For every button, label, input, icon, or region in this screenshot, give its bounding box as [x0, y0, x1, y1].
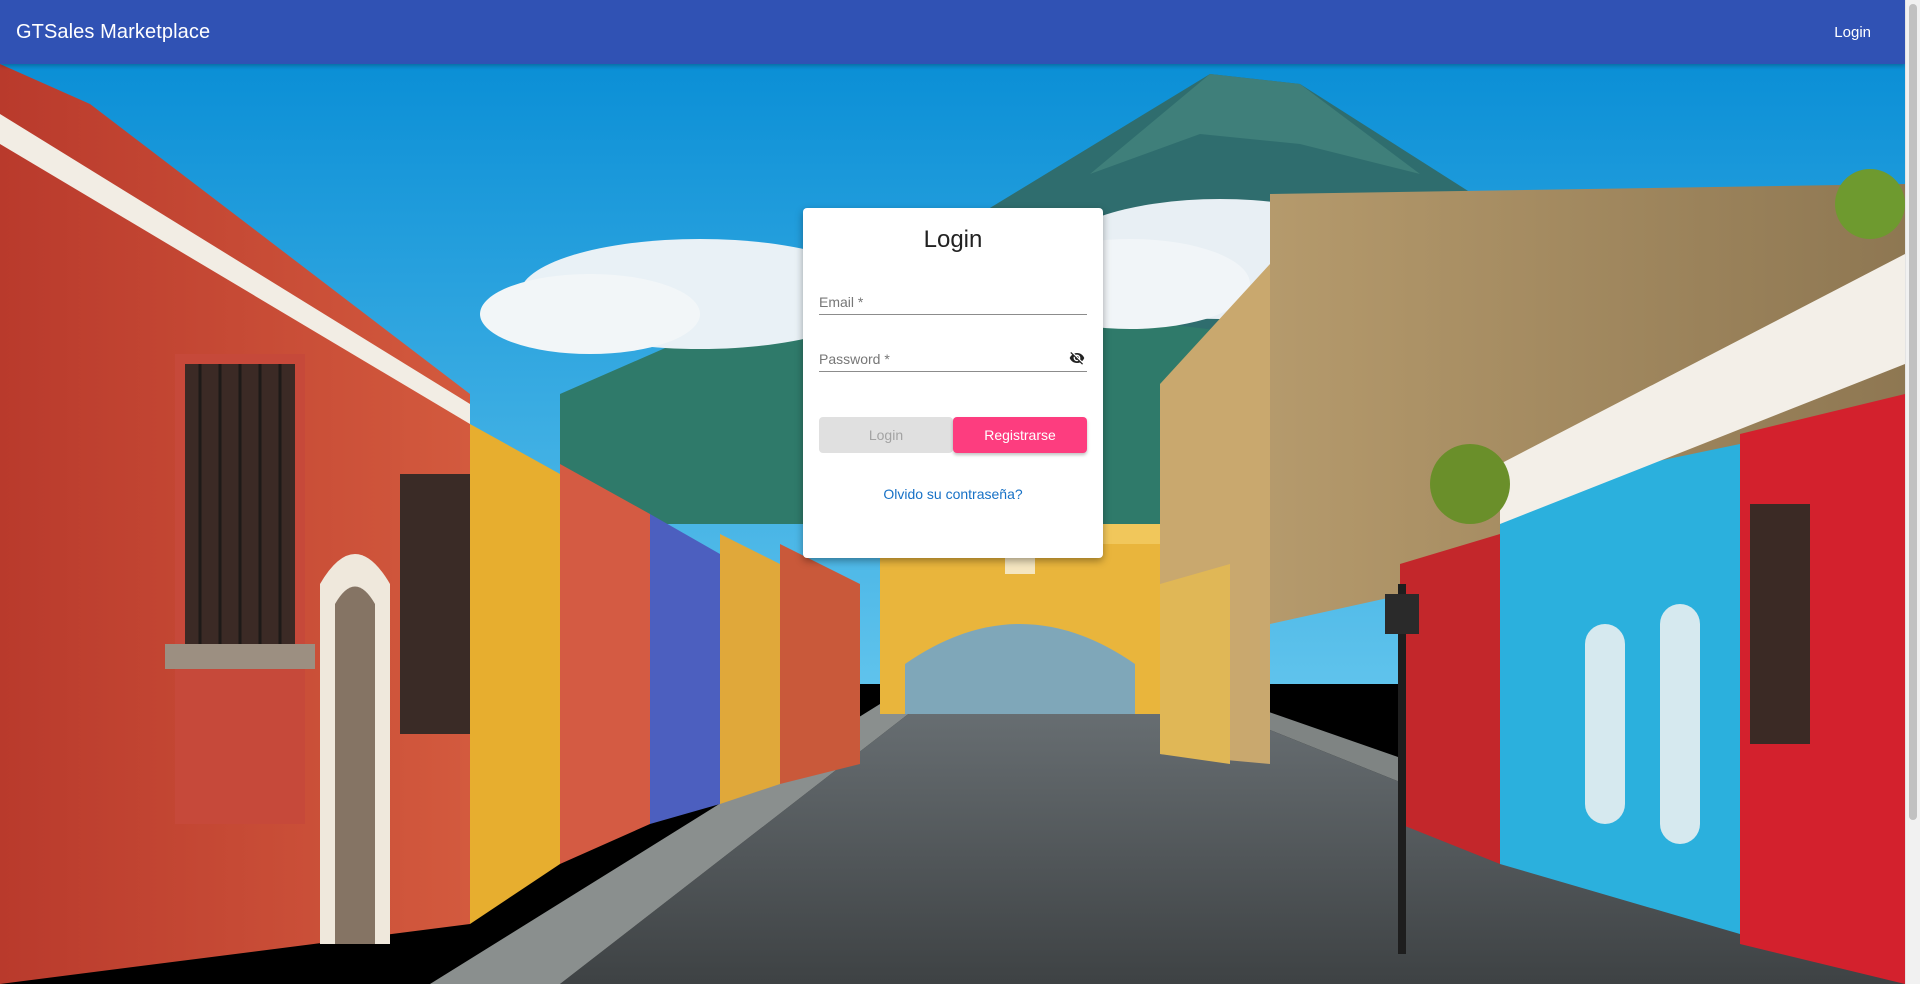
top-toolbar: GTSales Marketplace Login — [0, 0, 1905, 64]
header-login-link[interactable]: Login — [1818, 16, 1887, 49]
email-field[interactable]: Email * — [819, 278, 1087, 315]
register-button[interactable]: Registrarse — [953, 417, 1087, 453]
login-card: Login Email * Password * Login Registrar… — [803, 208, 1103, 558]
email-input[interactable] — [819, 288, 1063, 312]
page-scrollbar[interactable] — [1905, 0, 1920, 984]
password-field[interactable]: Password * — [819, 335, 1087, 372]
login-title: Login — [923, 226, 983, 253]
forgot-password-link[interactable]: Olvido su contraseña? — [803, 486, 1103, 502]
eye-off-icon[interactable] — [1069, 350, 1085, 366]
brand-title[interactable]: GTSales Marketplace — [16, 21, 210, 44]
password-input[interactable] — [819, 345, 1063, 369]
scrollbar-thumb[interactable] — [1909, 4, 1917, 820]
login-button[interactable]: Login — [819, 417, 953, 453]
